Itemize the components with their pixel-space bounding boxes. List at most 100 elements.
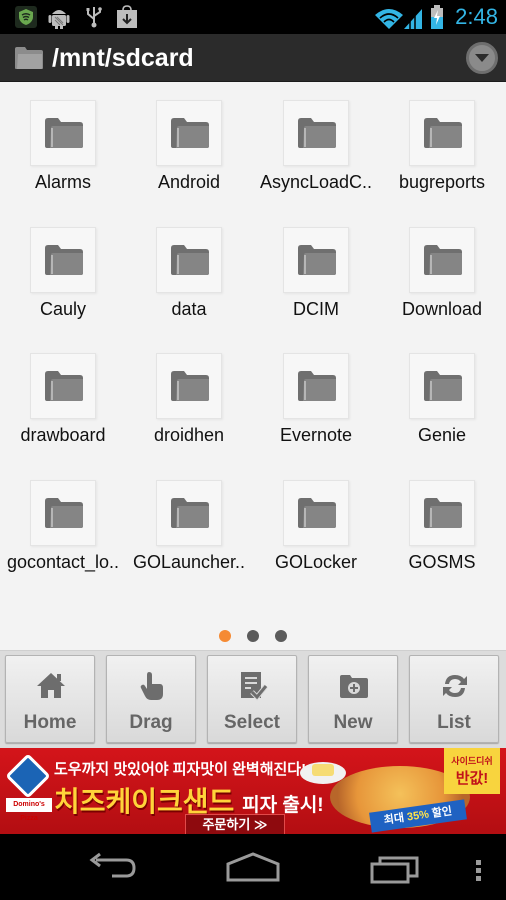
folder-icon: [424, 118, 462, 148]
drag-button[interactable]: Drag: [106, 655, 196, 743]
folder-thumbnail: [283, 353, 349, 419]
download-icon: [117, 5, 137, 28]
dropdown-arrow-icon: [475, 54, 489, 62]
folder-icon: [45, 497, 83, 528]
folder-item[interactable]: GOSMS: [379, 479, 505, 590]
folder-thumbnail: [409, 479, 475, 546]
folder-name: Android: [157, 172, 221, 192]
wifi-icon: [375, 9, 403, 29]
signal-icon: [404, 9, 422, 29]
folder-icon: [45, 371, 83, 401]
folder-name: Genie: [417, 425, 467, 445]
folder-name: Evernote: [279, 425, 353, 445]
list-button-label: List: [437, 712, 471, 733]
folder-item[interactable]: data: [126, 226, 252, 337]
checklist-icon: [241, 672, 268, 701]
ad-product-suffix: 피자 출시!: [242, 795, 324, 816]
folder-thumbnail: [156, 353, 222, 419]
home-button-label: Home: [23, 712, 77, 733]
folder-name: droidhen: [153, 425, 225, 445]
home-icon[interactable]: [226, 852, 280, 882]
folder-item[interactable]: AsyncLoadC..: [253, 100, 379, 210]
folder-icon: [298, 244, 336, 275]
folder-item[interactable]: Alarms: [0, 100, 126, 210]
folder-item[interactable]: drawboard: [0, 353, 126, 463]
folder-thumbnail: [283, 479, 349, 546]
select-button[interactable]: Select: [207, 655, 297, 743]
folder-item[interactable]: Genie: [379, 353, 505, 463]
folder-item[interactable]: droidhen: [126, 353, 252, 463]
recent-apps-icon[interactable]: [370, 854, 420, 884]
folder-thumbnail: [156, 226, 222, 293]
menu-icon[interactable]: [474, 858, 484, 884]
ribbon-percent: 35%: [406, 808, 430, 824]
folder-thumbnail: [30, 353, 96, 419]
folder-item[interactable]: DCIM: [253, 226, 379, 337]
back-icon[interactable]: [86, 852, 138, 882]
folder-icon: [45, 244, 83, 275]
status-bar: 2:48: [0, 0, 506, 34]
folder-name: AsyncLoadC..: [259, 172, 373, 192]
new-folder-button[interactable]: New: [308, 655, 398, 743]
ad-banner[interactable]: Domino's Pizza 도우까지 맛있어야 피자맛이 완벽해진다! 치즈케…: [0, 748, 506, 834]
ad-headline: 도우까지 맛있어야 피자맛이 완벽해진다!: [54, 761, 307, 778]
folder-name: GOLauncher..: [132, 551, 246, 572]
page-dot[interactable]: [275, 630, 287, 642]
clock: 2:48: [455, 4, 498, 29]
title-bar: /mnt/sdcard: [0, 34, 506, 82]
folder-item[interactable]: gocontact_lo..: [0, 479, 126, 590]
brand-logo-text: Domino's Pizza: [6, 798, 52, 822]
folder-name: drawboard: [20, 425, 106, 445]
folder-name: Alarms: [34, 172, 91, 192]
folder-name: Cauly: [39, 298, 87, 319]
list-button[interactable]: List: [409, 655, 499, 743]
ad-order-button[interactable]: 주문하기 ≫: [185, 814, 285, 834]
folder-icon: [171, 497, 209, 528]
drag-button-label: Drag: [129, 712, 173, 733]
folder-name: DCIM: [293, 298, 339, 319]
folder-item[interactable]: Android: [126, 100, 252, 210]
folder-thumbnail: [156, 100, 222, 166]
folder-item[interactable]: bugreports: [379, 100, 505, 210]
new-folder-icon: [340, 675, 368, 698]
usb-icon: [86, 7, 102, 28]
folder-icon: [45, 118, 83, 148]
folder-icon: [424, 371, 462, 401]
shield-icon: [15, 6, 37, 28]
brand-logo: [5, 753, 51, 799]
bottom-toolbar: Home Drag Select New List: [0, 650, 506, 748]
system-nav-bar: [0, 834, 506, 900]
folder-item[interactable]: Cauly: [0, 226, 126, 337]
folder-item[interactable]: Download: [379, 226, 505, 337]
overflow-dropdown-button[interactable]: [466, 42, 498, 74]
folder-thumbnail: [409, 353, 475, 419]
folder-name: Download: [401, 298, 483, 319]
page-dot[interactable]: [247, 630, 259, 642]
folder-item[interactable]: GOLocker: [253, 479, 379, 590]
hand-pointer-icon: [140, 672, 163, 700]
select-button-label: Select: [224, 712, 280, 733]
folder-icon: [298, 118, 336, 148]
current-path: /mnt/sdcard: [52, 44, 194, 72]
half-price-badge: 사이드디쉬 반값!: [444, 748, 500, 794]
page-indicator: [0, 630, 506, 644]
folder-thumbnail: [283, 100, 349, 166]
folder-icon: [424, 497, 462, 528]
folder-name: gocontact_lo..: [6, 551, 120, 572]
ribbon-prefix: 최대: [383, 812, 405, 827]
folder-name: bugreports: [398, 172, 486, 192]
folder-item[interactable]: Evernote: [253, 353, 379, 463]
folder-name: GOLocker: [274, 551, 358, 572]
ribbon-suffix: 할인: [431, 805, 453, 820]
page-dot-active[interactable]: [219, 630, 231, 642]
folder-thumbnail: [30, 100, 96, 166]
home-button[interactable]: Home: [5, 655, 95, 743]
folder-icon: [171, 371, 209, 401]
android-debug-icon: [48, 10, 70, 29]
file-grid-area[interactable]: Alarms Android AsyncLoadC.. bugreports Cauly…: [0, 82, 506, 650]
folder-item[interactable]: GOLauncher..: [126, 479, 252, 590]
folder-thumbnail: [283, 226, 349, 293]
folder-thumbnail: [156, 479, 222, 546]
folder-name: GOSMS: [408, 551, 476, 572]
new-folder-button-label: New: [333, 712, 373, 733]
